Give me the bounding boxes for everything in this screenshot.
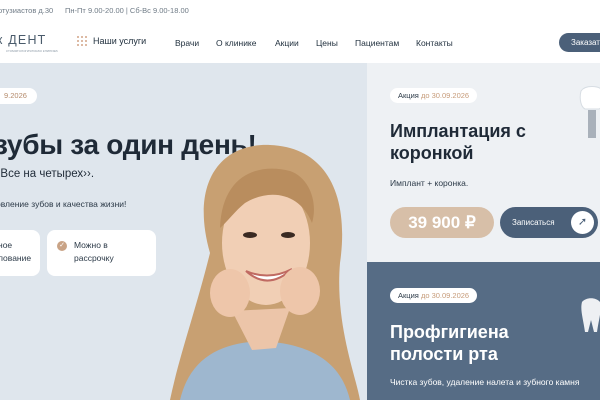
hero-date-badge: 9.2026	[0, 88, 37, 104]
order-button[interactable]: Заказать	[559, 33, 600, 52]
promo-description: Чистка зубов, удаление налета и зубного …	[390, 377, 580, 387]
tooth-icon	[581, 298, 600, 332]
promo-badge-date: до 30.09.2026	[420, 91, 470, 100]
promo-card-implant[interactable]: Акция до 30.09.2026 Имплантация с коронк…	[367, 63, 600, 262]
nav-item-promotions[interactable]: Акции	[275, 38, 299, 48]
working-hours: Пн-Пт 9.00-20.00 | Сб-Вс 9.00-18.00	[65, 6, 189, 15]
nav-item-contacts[interactable]: Контакты	[416, 38, 453, 48]
promo-card-hygiene[interactable]: Акция до 30.09.2026 Профгигиена полости …	[367, 262, 600, 400]
feature-card-text: ное лование	[0, 240, 32, 263]
hero-text: овление зубов и качества жизни!	[0, 199, 127, 209]
promo-badge-date: до 30.09.2026	[420, 291, 470, 300]
price-badge: 39 900 ₽	[390, 207, 494, 238]
promo-badge: Акция до 30.09.2026	[390, 288, 478, 303]
nav-item-prices[interactable]: Цены	[316, 38, 338, 48]
check-icon: ✓	[57, 241, 67, 251]
hero-subtitle: «Все на четырех››.	[0, 168, 95, 180]
promo-badge-label: Акция	[398, 91, 419, 100]
hero-banner: 9.2026 зубы за один день! «Все на четыре…	[0, 63, 367, 400]
grid-dots-icon	[77, 36, 87, 46]
promo-title: Профгигиена полости рта	[390, 322, 509, 364]
book-button[interactable]: Записаться ➚	[500, 207, 598, 238]
arrow-up-right-icon: ➚	[571, 211, 594, 234]
promo-title: Имплантация с коронкой	[390, 121, 526, 163]
feature-card-text: Можно в рассрочку	[74, 240, 114, 263]
services-label: Наши услуги	[93, 36, 147, 46]
services-menu-button[interactable]: Наши услуги	[77, 36, 146, 46]
feature-card-installment: ✓ Можно в рассрочку	[47, 230, 156, 276]
address-text: ртузиастов д.30	[0, 6, 54, 15]
promo-badge-label: Акция	[398, 291, 419, 300]
main-navigation: ж ДЕНТ стоматологическая клиника Наши ус…	[0, 22, 600, 64]
nav-item-patients[interactable]: Пациентам	[355, 38, 399, 48]
smiling-woman-photo	[170, 144, 360, 400]
logo-subtitle: стоматологическая клиника	[6, 48, 58, 53]
feature-card-left: ное лование	[0, 230, 40, 276]
nav-item-doctors[interactable]: Врачи	[175, 38, 199, 48]
top-info-bar: ртузиастов д.30 Пн-Пт 9.00-20.00 | Сб-Вс…	[0, 0, 600, 23]
promo-badge: Акция до 30.09.2026	[390, 88, 478, 103]
promo-description: Имплант + коронка.	[390, 178, 469, 188]
book-button-label: Записаться	[512, 218, 555, 227]
implant-tooth-icon	[579, 86, 600, 138]
clinic-logo[interactable]: ж ДЕНТ	[0, 33, 47, 47]
nav-item-about[interactable]: О клинике	[216, 38, 256, 48]
